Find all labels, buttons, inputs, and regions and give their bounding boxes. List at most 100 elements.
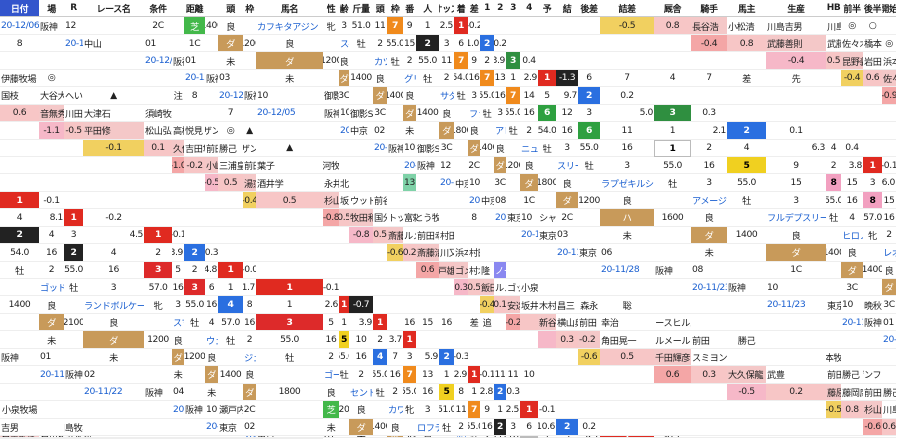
prediction <box>0 140 39 157</box>
col-header[interactable]: 頭 <box>218 0 243 18</box>
horse-name-link[interactable]: ゴールドハイアー <box>323 366 339 384</box>
col-header[interactable]: 馬名 <box>256 0 323 18</box>
col-header[interactable]: 前半 <box>841 0 863 18</box>
col-header[interactable]: 差 <box>468 0 480 18</box>
col-header[interactable]: 2 <box>494 0 506 18</box>
horse-name-link[interactable]: セントセントラル <box>349 384 373 402</box>
late-diff <box>439 279 454 297</box>
horse-name-link[interactable]: ゴッドバンブルビー <box>39 279 64 297</box>
col-header[interactable]: 騎手 <box>691 0 727 18</box>
horse-name-link[interactable]: スリーピート <box>556 157 578 175</box>
distance: 1400 <box>863 262 882 279</box>
col-header[interactable]: 後差 <box>578 0 600 18</box>
horse-name-link[interactable]: ファシネートゼット <box>468 105 480 123</box>
col-header[interactable]: 予 <box>538 0 556 18</box>
horse-name-link[interactable]: スペクタクル <box>339 35 349 53</box>
col-header[interactable]: 3 <box>506 0 520 18</box>
col-header[interactable]: オッズ <box>439 0 454 18</box>
race-date-link[interactable]: 20-11/21 <box>172 401 184 419</box>
spacer <box>339 384 349 402</box>
col-header[interactable]: 人 <box>416 0 439 18</box>
col-header[interactable]: 1 <box>480 0 494 18</box>
horse-name-link[interactable]: アメージングラン <box>691 192 727 210</box>
col-header[interactable]: 性 <box>323 0 339 18</box>
race-date-link[interactable]: 20-11/28 <box>600 262 654 279</box>
front-half-mark <box>144 87 172 105</box>
horse-name-link[interactable]: ラプゼキルシュ <box>600 174 654 192</box>
horse-name-link[interactable]: カフキタアジン <box>256 17 323 35</box>
close-diff: -0.2 <box>184 156 205 175</box>
race-date-link[interactable]: 20-12/06 <box>0 17 39 35</box>
horse-name-link[interactable]: ホワイトクラウ <box>454 436 468 438</box>
race-date-link[interactable]: 20-11/22 <box>39 366 64 384</box>
horse-name-link[interactable]: ウェルドーン <box>205 331 218 349</box>
col-header[interactable]: 齢 <box>339 0 349 18</box>
col-header[interactable] <box>205 0 218 18</box>
race-date-link[interactable]: 20-12/05 <box>373 140 387 157</box>
race-date-link[interactable]: 20-12/05 <box>218 87 243 105</box>
corner-3 <box>766 436 826 438</box>
race-date-link[interactable]: 20-12/05 <box>339 122 349 140</box>
age: 3 <box>468 87 480 105</box>
horse-name-link[interactable]: フルデプスリーダー <box>766 209 826 227</box>
race-date-link[interactable]: 20-11/22 <box>83 384 144 402</box>
horse-name-link[interactable]: カツノサンキュウ <box>373 52 387 70</box>
col-header[interactable] <box>172 0 184 18</box>
horse-name-link[interactable]: レオンペルガー <box>882 244 896 262</box>
col-header[interactable]: 4 <box>520 0 538 18</box>
race-date-link[interactable]: 20-12/06 <box>144 52 172 70</box>
horse-name-link[interactable]: アレナマエストロ <box>494 122 506 140</box>
race-date-link[interactable]: 20-11/22 <box>841 314 863 332</box>
col-header[interactable]: R <box>64 0 83 18</box>
col-header[interactable]: 日付 <box>0 0 39 18</box>
popularity: 1 <box>468 384 480 402</box>
odds: 9.7 <box>556 87 578 105</box>
spacer <box>454 140 468 157</box>
horse-name-link[interactable]: サダムスキャット <box>439 87 454 105</box>
race-date-link[interactable]: 20-12/05 <box>184 70 205 88</box>
col-header[interactable]: 詰差 <box>600 0 654 18</box>
race-date-link[interactable]: 20-11/29 <box>520 227 538 245</box>
col-header[interactable]: 頭 <box>373 0 387 18</box>
col-header[interactable]: レース名 <box>83 0 144 18</box>
col-header[interactable]: 枠 <box>243 0 256 18</box>
race-date-link[interactable]: 20-12/05 <box>439 174 454 192</box>
horse-name-link[interactable]: ロフティフェルト <box>416 419 439 436</box>
col-header[interactable]: 後半 <box>863 0 882 18</box>
horse-name-link[interactable]: カワキタアジン <box>387 401 403 419</box>
race-date-link[interactable]: 20-11/23 <box>766 296 826 314</box>
col-header[interactable]: 厩舎 <box>654 0 691 18</box>
race-date-link[interactable]: 20-11/22 <box>882 331 896 349</box>
race-date-link[interactable]: 20-11/29 <box>494 209 506 227</box>
col-header[interactable]: 着 <box>454 0 468 18</box>
col-header[interactable]: 結 <box>556 0 578 18</box>
race-date-link[interactable]: 20-11/21 <box>205 419 218 436</box>
corner-3 <box>218 227 243 245</box>
col-header[interactable]: 番 <box>403 0 416 18</box>
col-header[interactable]: 馬主 <box>727 0 766 18</box>
horse-number: 5 <box>323 314 339 332</box>
owner: 前田 <box>863 384 882 402</box>
margin: -0.1 <box>882 157 896 175</box>
horse-name-link[interactable]: ジェットエンブレム <box>243 349 256 367</box>
col-header[interactable]: 距離 <box>184 0 205 18</box>
horse-name-link[interactable]: ランドボルケーノ <box>83 296 144 314</box>
race-date-link[interactable]: 20-11/28 <box>556 244 578 262</box>
col-header[interactable]: 斤量 <box>349 0 373 18</box>
horse-name-link[interactable]: ヒロノクイーン <box>841 227 863 245</box>
race-date-link[interactable]: 20-12/05 <box>256 105 323 123</box>
col-header[interactable]: 生産 <box>766 0 826 18</box>
col-header[interactable]: HB <box>826 0 841 18</box>
race-date-link[interactable]: 20-12/06 <box>64 35 83 53</box>
col-header[interactable]: 場 <box>39 0 64 18</box>
race-date-link[interactable]: 20-12/05 <box>468 192 480 210</box>
race-date-link[interactable]: 20-12/05 <box>403 157 416 175</box>
owner: 前田 <box>578 314 600 332</box>
col-header[interactable]: 枠 <box>387 0 403 18</box>
col-header[interactable]: 条件 <box>144 0 172 18</box>
col-header[interactable]: 開始 <box>882 0 896 18</box>
horse-name-link[interactable]: ニューモニュメント <box>520 140 538 157</box>
horse-name-link[interactable]: グリューズゴッド <box>403 70 416 88</box>
horse-name-link[interactable]: スマッシングハーツ <box>172 314 184 332</box>
race-date-link[interactable]: 20-11/23 <box>691 279 727 297</box>
